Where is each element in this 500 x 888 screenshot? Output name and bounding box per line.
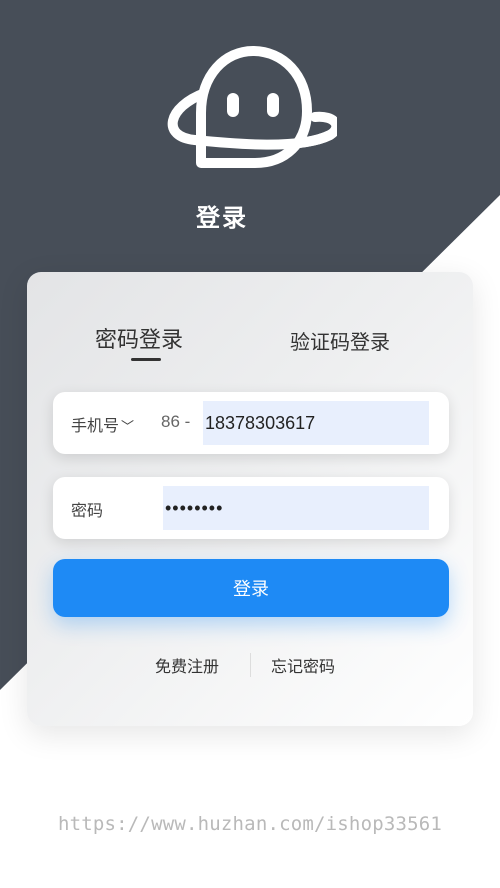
tab-code-login[interactable]: 验证码登录 [290, 326, 390, 355]
active-tab-indicator [131, 358, 161, 361]
chevron-down-icon: ﹀ [121, 420, 135, 435]
phone-input[interactable] [203, 401, 429, 445]
tab-password-login[interactable]: 密码登录 [95, 322, 183, 354]
password-field: 密码 [53, 477, 449, 539]
forgot-password-link[interactable]: 忘记密码 [271, 653, 335, 677]
link-divider [250, 653, 251, 677]
phone-type-selector[interactable]: 手机号 ﹀ [71, 412, 134, 436]
page-title: 登录 [196, 204, 248, 232]
ghost-logo-icon [167, 46, 337, 168]
login-button[interactable]: 登录 [53, 559, 449, 617]
register-link[interactable]: 免费注册 [155, 653, 219, 677]
phone-field: 手机号 ﹀ 86 - [53, 392, 449, 454]
country-code: 86 - [161, 412, 191, 431]
login-card: 密码登录 验证码登录 手机号﹀ 86 - 密码 登录 免费注册 忘记密码 [27, 272, 473, 726]
watermark-text: https://www.huzhan.com/ishop33561 [57, 813, 443, 835]
phone-label: 手机号 [71, 416, 120, 435]
password-label: 密码 [71, 501, 104, 520]
password-input[interactable] [163, 486, 429, 530]
